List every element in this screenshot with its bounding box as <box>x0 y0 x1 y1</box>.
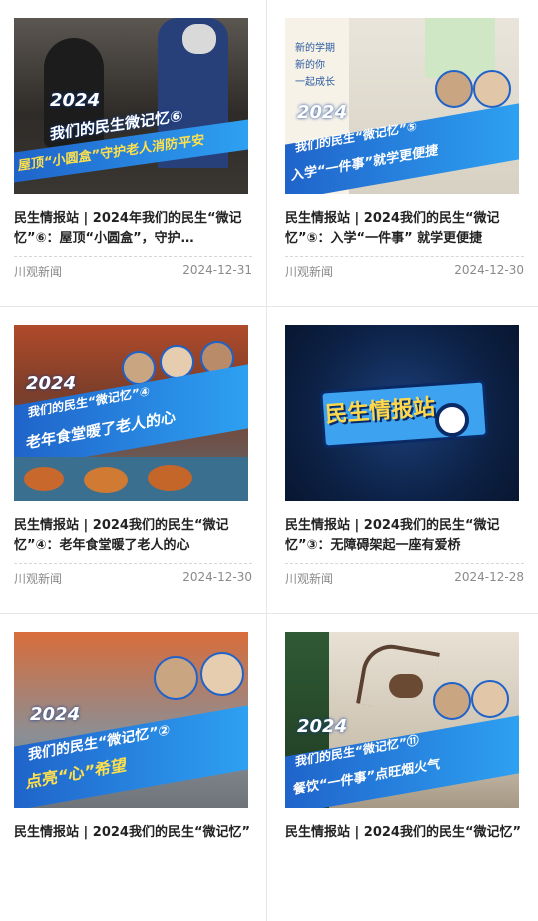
thumbnail[interactable]: 民生情报站 <box>285 325 519 501</box>
avatar <box>435 70 473 108</box>
magnifier-icon <box>435 403 469 437</box>
thumb-year: 2024 <box>297 716 348 737</box>
avatar <box>433 682 471 720</box>
sign-text: 一起成长 <box>295 77 335 88</box>
news-title[interactable]: 民生情报站 | 2024我们的民生“微记忆” <box>14 823 252 863</box>
thumbnail[interactable]: 2024 我们的民生“微记忆”④ 老年食堂暖了老人的心 <box>14 325 248 501</box>
news-card[interactable]: 2024 我们的民生微记忆⑥ 屋顶“小圆盒”守护老人消防平安 民生情报站 | 2… <box>0 0 267 307</box>
news-card[interactable]: 2024 我们的民生“微记忆”② 点亮“心”希望 民生情报站 | 2024我们的… <box>0 614 267 921</box>
news-source: 川观新闻 <box>285 265 334 279</box>
news-title[interactable]: 民生情报站 | 2024我们的民生“微记忆”③：无障碍架起一座有爱桥 <box>285 516 524 556</box>
thumb-year: 2024 <box>30 704 81 725</box>
avatar <box>473 70 511 108</box>
news-date: 2024-12-31 <box>182 263 252 277</box>
news-card[interactable]: 2024 我们的民生“微记忆”④ 老年食堂暖了老人的心 民生情报站 | 2024… <box>0 307 267 614</box>
news-meta: 川观新闻 2024-12-31 <box>14 263 252 280</box>
thumbnail[interactable]: 2024 我们的民生微记忆⑥ 屋顶“小圆盒”守护老人消防平安 <box>14 18 248 194</box>
news-date: 2024-12-30 <box>454 263 524 277</box>
divider <box>285 563 524 564</box>
news-meta: 川观新闻 2024-12-28 <box>285 570 524 587</box>
thumbnail[interactable]: 2024 我们的民生“微记忆”② 点亮“心”希望 <box>14 632 248 808</box>
news-meta: 川观新闻 2024-12-30 <box>285 263 524 280</box>
news-title[interactable]: 民生情报站 | 2024我们的民生“微记忆”⑤：入学“一件事” 就学更便捷 <box>285 209 524 249</box>
divider <box>14 256 252 257</box>
avatar <box>200 652 244 696</box>
avatar <box>154 656 198 700</box>
divider <box>285 256 524 257</box>
news-source: 川观新闻 <box>14 265 63 279</box>
news-meta: 川观新闻 2024-12-30 <box>14 570 252 587</box>
thumb-year: 2024 <box>297 102 348 123</box>
news-date: 2024-12-28 <box>454 570 524 584</box>
avatar <box>122 351 156 385</box>
news-card[interactable]: 新的学期 新的你 一起成长 2024 我们的民生“微记忆”⑤ 入学“一件事”就学… <box>267 0 538 307</box>
sign-text: 新的你 <box>295 60 325 71</box>
sign-text: 新的学期 <box>295 43 335 54</box>
thumbnail[interactable]: 2024 我们的民生“微记忆”⑪ 餐饮“一件事”点旺烟火气 <box>285 632 519 808</box>
news-source: 川观新闻 <box>285 572 334 586</box>
thumb-year: 2024 <box>26 373 77 394</box>
news-title[interactable]: 民生情报站 | 2024我们的民生“微记忆”④：老年食堂暖了老人的心 <box>14 516 252 556</box>
thumbnail[interactable]: 新的学期 新的你 一起成长 2024 我们的民生“微记忆”⑤ 入学“一件事”就学… <box>285 18 519 194</box>
news-title[interactable]: 民生情报站 | 2024我们的民生“微记忆” <box>285 823 524 863</box>
divider <box>14 563 252 564</box>
news-card[interactable]: 民生情报站 民生情报站 | 2024我们的民生“微记忆”③：无障碍架起一座有爱桥… <box>267 307 538 614</box>
thumb-year: 2024 <box>50 90 101 111</box>
news-grid: 2024 我们的民生微记忆⑥ 屋顶“小圆盒”守护老人消防平安 民生情报站 | 2… <box>0 0 538 921</box>
avatar <box>471 680 509 718</box>
news-title[interactable]: 民生情报站 | 2024年我们的民生“微记忆”⑥：屋顶“小圆盒”，守护… <box>14 209 252 249</box>
news-card[interactable]: 2024 我们的民生“微记忆”⑪ 餐饮“一件事”点旺烟火气 民生情报站 | 20… <box>267 614 538 921</box>
news-source: 川观新闻 <box>14 572 63 586</box>
news-date: 2024-12-30 <box>182 570 252 584</box>
